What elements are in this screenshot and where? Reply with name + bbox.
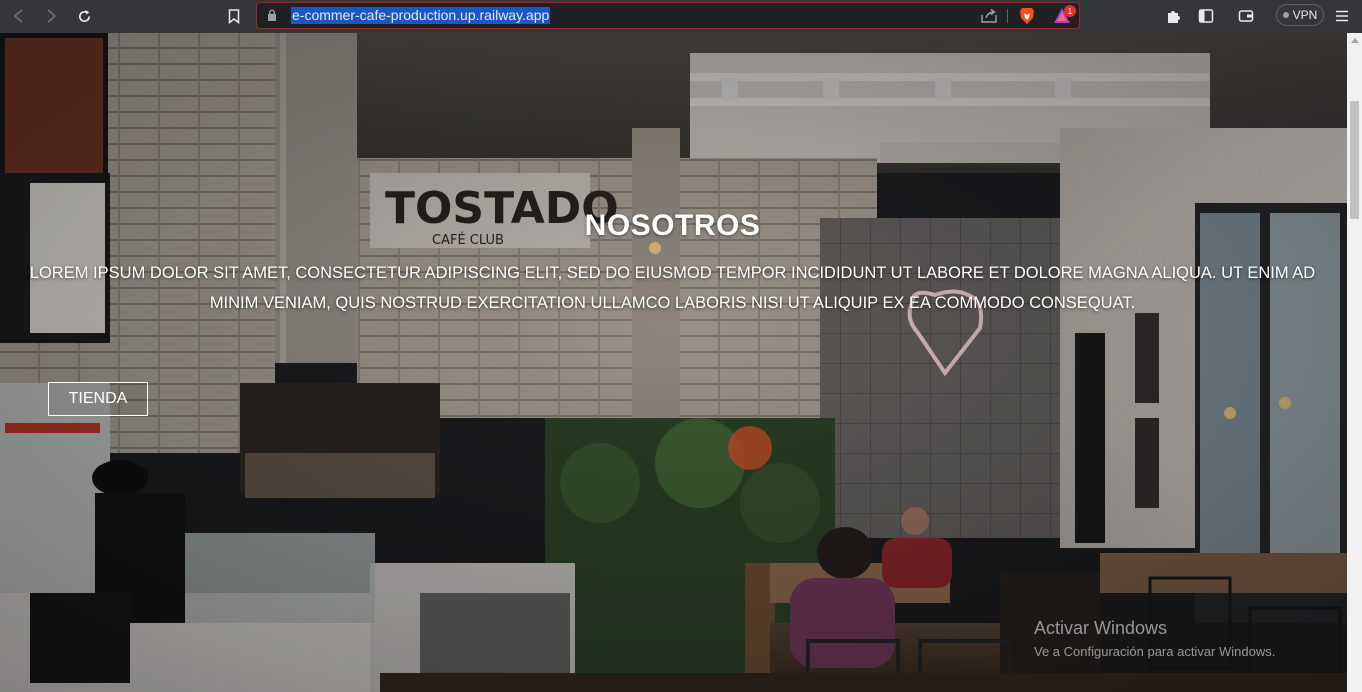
forward-icon[interactable]	[40, 5, 62, 27]
hero-description: LOREM IPSUM DOLOR SIT AMET, CONSECTETUR …	[29, 264, 1316, 312]
watermark-title: Activar Windows	[1034, 618, 1168, 638]
browser-toolbar: e-commer-cafe-production.up.railway.app …	[0, 0, 1362, 33]
scrollbar-thumb[interactable]	[1350, 101, 1359, 219]
lock-icon	[268, 9, 276, 21]
scroll-up-arrow-icon[interactable]	[1351, 38, 1359, 43]
vpn-label: VPN	[1292, 8, 1318, 22]
share-icon[interactable]	[980, 8, 998, 24]
hero-section: NOSOTROS LOREM IPSUM DOLOR SIT AMET, CON…	[0, 33, 1347, 692]
brave-shields-icon[interactable]	[1019, 7, 1035, 25]
page-viewport: TOSTADO CAFÉ CLUB	[0, 33, 1347, 692]
address-bar[interactable]: e-commer-cafe-production.up.railway.app …	[256, 2, 1080, 29]
sidebar-icon[interactable]	[1196, 6, 1216, 26]
wallet-icon[interactable]	[1236, 6, 1256, 26]
page-title: NOSOTROS	[584, 209, 761, 242]
url-text[interactable]: e-commer-cafe-production.up.railway.app	[291, 7, 551, 24]
divider	[1007, 9, 1008, 23]
tienda-button[interactable]: TIENDA	[48, 382, 148, 416]
extensions-icon[interactable]	[1164, 6, 1184, 26]
windows-activation-watermark: Activar Windows Ve a Configuración para …	[1034, 618, 1275, 659]
rewards-badge: 1	[1064, 5, 1076, 17]
back-icon[interactable]	[8, 5, 30, 27]
watermark-subtitle: Ve a Configuración para activar Windows.	[1034, 644, 1276, 659]
menu-icon[interactable]	[1332, 6, 1352, 26]
page-scrollbar[interactable]	[1347, 33, 1362, 692]
vpn-status-dot	[1282, 12, 1289, 18]
vpn-button[interactable]: VPN	[1276, 4, 1324, 26]
bookmark-icon[interactable]	[224, 5, 244, 27]
reload-icon[interactable]	[73, 5, 95, 27]
